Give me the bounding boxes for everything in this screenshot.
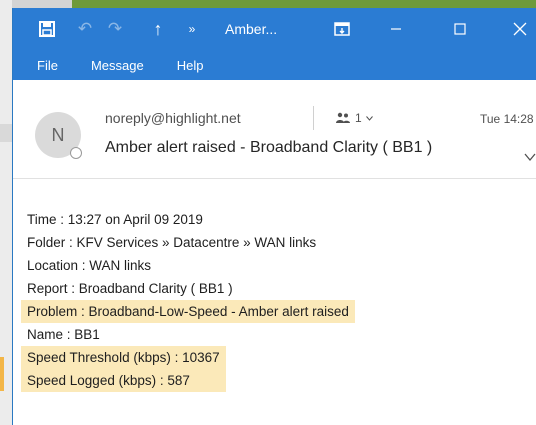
minimize-icon [391, 28, 401, 30]
title-bar: ↶ ↷ ↑ » Amber... [13, 8, 536, 50]
message-header: N noreply@highlight.net 1 Tue 14:28 Ambe… [13, 80, 536, 190]
background-window-edge [0, 0, 12, 425]
undo-button[interactable]: ↶ [75, 8, 95, 50]
previous-item-button[interactable]: ↑ [149, 8, 167, 50]
maximize-icon [454, 23, 466, 35]
maximize-button[interactable] [449, 8, 471, 50]
menu-bar: File Message Help [13, 50, 536, 80]
message-timestamp: Tue 14:28 [480, 112, 534, 126]
undo-icon: ↶ [77, 19, 93, 38]
up-arrow-icon: ↑ [153, 18, 163, 39]
sender-address[interactable]: noreply@highlight.net [105, 110, 241, 126]
body-line-speed-logged: Speed Logged (kbps) : 587 [27, 373, 190, 388]
header-separator [13, 178, 536, 179]
background-amber-marker [0, 357, 4, 391]
body-line-location: Location : WAN links [27, 258, 152, 273]
save-icon [39, 21, 55, 37]
ribbon-display-button[interactable] [331, 8, 353, 50]
more-commands-button[interactable]: » [183, 8, 201, 50]
message-body: Time : 13:27 on April 09 2019 Folder : K… [21, 208, 355, 392]
background-list-row [0, 124, 12, 142]
people-icon [336, 112, 350, 123]
menu-file[interactable]: File [37, 58, 58, 73]
presence-status-icon [70, 147, 82, 159]
body-line-problem: Problem : Broadband-Low-Speed - Amber al… [21, 300, 355, 323]
body-line-speed-threshold: Speed Threshold (kbps) : 10367 [27, 350, 220, 365]
body-line-report: Report : Broadband Clarity ( BB1 ) [27, 281, 233, 296]
header-divider [313, 106, 314, 130]
body-line-name: Name : BB1 [27, 327, 100, 342]
redo-icon: ↷ [107, 19, 123, 38]
menu-help[interactable]: Help [177, 58, 204, 73]
recipient-count: 1 [355, 111, 362, 125]
chevron-down-icon [365, 115, 373, 121]
body-line-time: Time : 13:27 on April 09 2019 [27, 212, 203, 227]
window-title: Amber... [225, 21, 278, 37]
highlighted-speed-block: Speed Threshold (kbps) : 10367 Speed Log… [21, 346, 226, 392]
save-button[interactable] [37, 8, 57, 50]
body-line-folder: Folder : KFV Services » Datacentre » WAN… [27, 235, 317, 250]
redo-button[interactable]: ↷ [105, 8, 125, 50]
expand-header-button[interactable] [524, 150, 536, 162]
chevron-down-icon [524, 153, 536, 162]
menu-message[interactable]: Message [91, 58, 144, 73]
more-commands-icon: » [188, 22, 196, 36]
close-button[interactable] [509, 8, 531, 50]
restore-ribbon-icon [334, 22, 350, 36]
message-window: ↶ ↷ ↑ » Amber... File Message Help N nor… [12, 8, 536, 425]
minimize-button[interactable] [385, 8, 407, 50]
recipients-button[interactable]: 1 [335, 111, 373, 125]
close-icon [513, 22, 527, 36]
message-subject: Amber alert raised - Broadband Clarity (… [105, 139, 433, 156]
